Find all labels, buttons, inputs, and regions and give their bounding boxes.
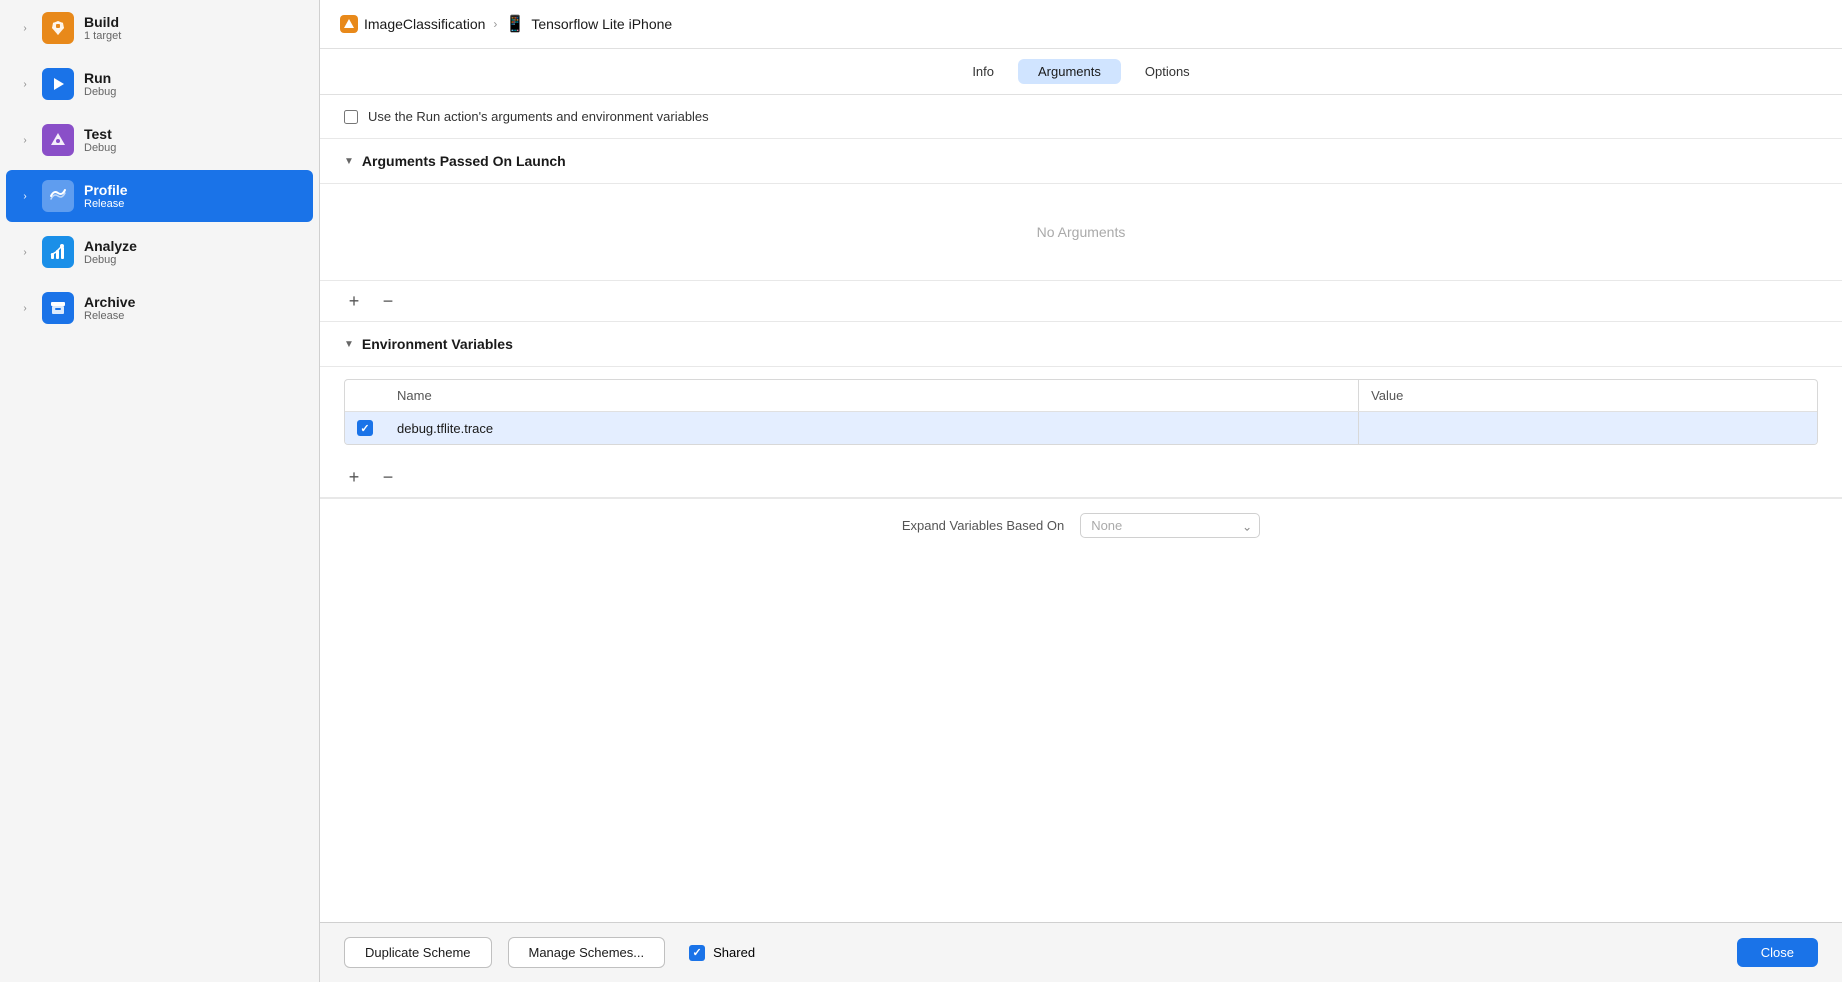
footer: Duplicate Scheme Manage Schemes... Share… (320, 922, 1842, 982)
analyze-item-text: Analyze Debug (84, 238, 137, 266)
sidebar-item-analyze[interactable]: › Analyze Debug (6, 226, 313, 278)
duplicate-scheme-button[interactable]: Duplicate Scheme (344, 937, 492, 968)
breadcrumb-separator: › (493, 17, 497, 31)
test-icon (42, 124, 74, 156)
add-env-var-button[interactable]: + (344, 467, 364, 487)
breadcrumb-scheme: 📱 Tensorflow Lite iPhone (505, 14, 672, 34)
env-row-checkbox-cell (345, 412, 385, 445)
build-sublabel: 1 target (84, 30, 121, 42)
build-icon (42, 12, 74, 44)
shared-wrapper: Shared (689, 945, 755, 961)
manage-schemes-button[interactable]: Manage Schemes... (508, 937, 666, 968)
shared-checkbox[interactable] (689, 945, 705, 961)
iphone-icon: 📱 (505, 14, 525, 34)
chevron-right-icon: › (18, 23, 32, 34)
build-label: Build (84, 14, 121, 30)
no-arguments-label: No Arguments (320, 184, 1842, 281)
breadcrumb-project: ImageClassification (340, 15, 485, 33)
run-action-checkbox[interactable] (344, 110, 358, 124)
profile-item-text: Profile Release (84, 182, 128, 210)
sidebar-item-build[interactable]: › Build 1 target (6, 2, 313, 54)
test-label: Test (84, 126, 116, 142)
env-var-value[interactable] (1359, 412, 1817, 445)
build-item-text: Build 1 target (84, 14, 121, 42)
run-item-text: Run Debug (84, 70, 116, 98)
arguments-chevron-icon: ▼ (344, 156, 354, 167)
tab-arguments[interactable]: Arguments (1018, 59, 1121, 84)
test-sublabel: Debug (84, 142, 116, 154)
breadcrumb-project-name[interactable]: ImageClassification (364, 16, 485, 32)
archive-icon (42, 292, 74, 324)
remove-env-var-button[interactable]: − (378, 467, 398, 487)
arguments-section-title: Arguments Passed On Launch (362, 153, 566, 169)
col-header-checkbox (345, 380, 385, 412)
sidebar-item-archive[interactable]: › Archive Release (6, 282, 313, 334)
arguments-section: ▼ Arguments Passed On Launch No Argument… (320, 139, 1842, 322)
env-vars-table-wrapper: Name Value debug.tflite.trace (320, 379, 1842, 445)
sidebar-item-run[interactable]: › Run Debug (6, 58, 313, 110)
close-button[interactable]: Close (1737, 938, 1818, 967)
chevron-right-icon: › (18, 191, 32, 202)
arguments-add-remove-row: + − (320, 281, 1842, 322)
run-action-label: Use the Run action's arguments and envir… (368, 109, 709, 124)
analyze-sublabel: Debug (84, 254, 137, 266)
env-vars-section-title: Environment Variables (362, 336, 513, 352)
profile-sublabel: Release (84, 198, 128, 210)
add-argument-button[interactable]: + (344, 291, 364, 311)
archive-sublabel: Release (84, 310, 135, 322)
breadcrumb-scheme-name[interactable]: Tensorflow Lite iPhone (531, 16, 672, 32)
env-vars-table-container: Name Value debug.tflite.trace (344, 379, 1818, 445)
env-vars-table: Name Value debug.tflite.trace (345, 380, 1817, 444)
env-vars-add-remove-row: + − (320, 457, 1842, 498)
arguments-section-header[interactable]: ▼ Arguments Passed On Launch (320, 139, 1842, 184)
run-action-checkbox-row: Use the Run action's arguments and envir… (320, 95, 1842, 139)
remove-argument-button[interactable]: − (378, 291, 398, 311)
chevron-right-icon: › (18, 303, 32, 314)
run-icon (42, 68, 74, 100)
chevron-right-icon: › (18, 79, 32, 90)
breadcrumb: ImageClassification › 📱 Tensorflow Lite … (320, 0, 1842, 49)
chevron-right-icon: › (18, 247, 32, 258)
sidebar-item-profile[interactable]: › Profile Release (6, 170, 313, 222)
run-label: Run (84, 70, 116, 86)
expand-vars-label: Expand Variables Based On (902, 518, 1064, 533)
env-var-name[interactable]: debug.tflite.trace (385, 412, 1359, 445)
env-vars-section-header[interactable]: ▼ Environment Variables (320, 322, 1842, 367)
chevron-right-icon: › (18, 135, 32, 146)
col-header-value: Value (1359, 380, 1817, 412)
env-vars-chevron-icon: ▼ (344, 339, 354, 350)
sidebar: › Build 1 target › Run (0, 0, 320, 982)
test-item-text: Test Debug (84, 126, 116, 154)
run-sublabel: Debug (84, 86, 116, 98)
analyze-icon (42, 236, 74, 268)
shared-label: Shared (713, 945, 755, 960)
table-row[interactable]: debug.tflite.trace (345, 412, 1817, 445)
col-header-name: Name (385, 380, 1359, 412)
main-content: ImageClassification › 📱 Tensorflow Lite … (320, 0, 1842, 982)
project-icon (340, 15, 358, 33)
content-area: Use the Run action's arguments and envir… (320, 95, 1842, 922)
profile-icon (42, 180, 74, 212)
expand-vars-select-wrapper: None (1080, 513, 1260, 538)
analyze-label: Analyze (84, 238, 137, 254)
tab-options[interactable]: Options (1125, 59, 1210, 84)
expand-vars-select[interactable]: None (1080, 513, 1260, 538)
env-vars-section: ▼ Environment Variables Name Value (320, 322, 1842, 498)
archive-label: Archive (84, 294, 135, 310)
profile-label: Profile (84, 182, 128, 198)
env-var-checkbox[interactable] (357, 420, 373, 436)
tab-info[interactable]: Info (952, 59, 1014, 84)
archive-item-text: Archive Release (84, 294, 135, 322)
tabs-bar: Info Arguments Options (320, 49, 1842, 95)
expand-vars-row: Expand Variables Based On None (320, 498, 1842, 552)
sidebar-item-test[interactable]: › Test Debug (6, 114, 313, 166)
